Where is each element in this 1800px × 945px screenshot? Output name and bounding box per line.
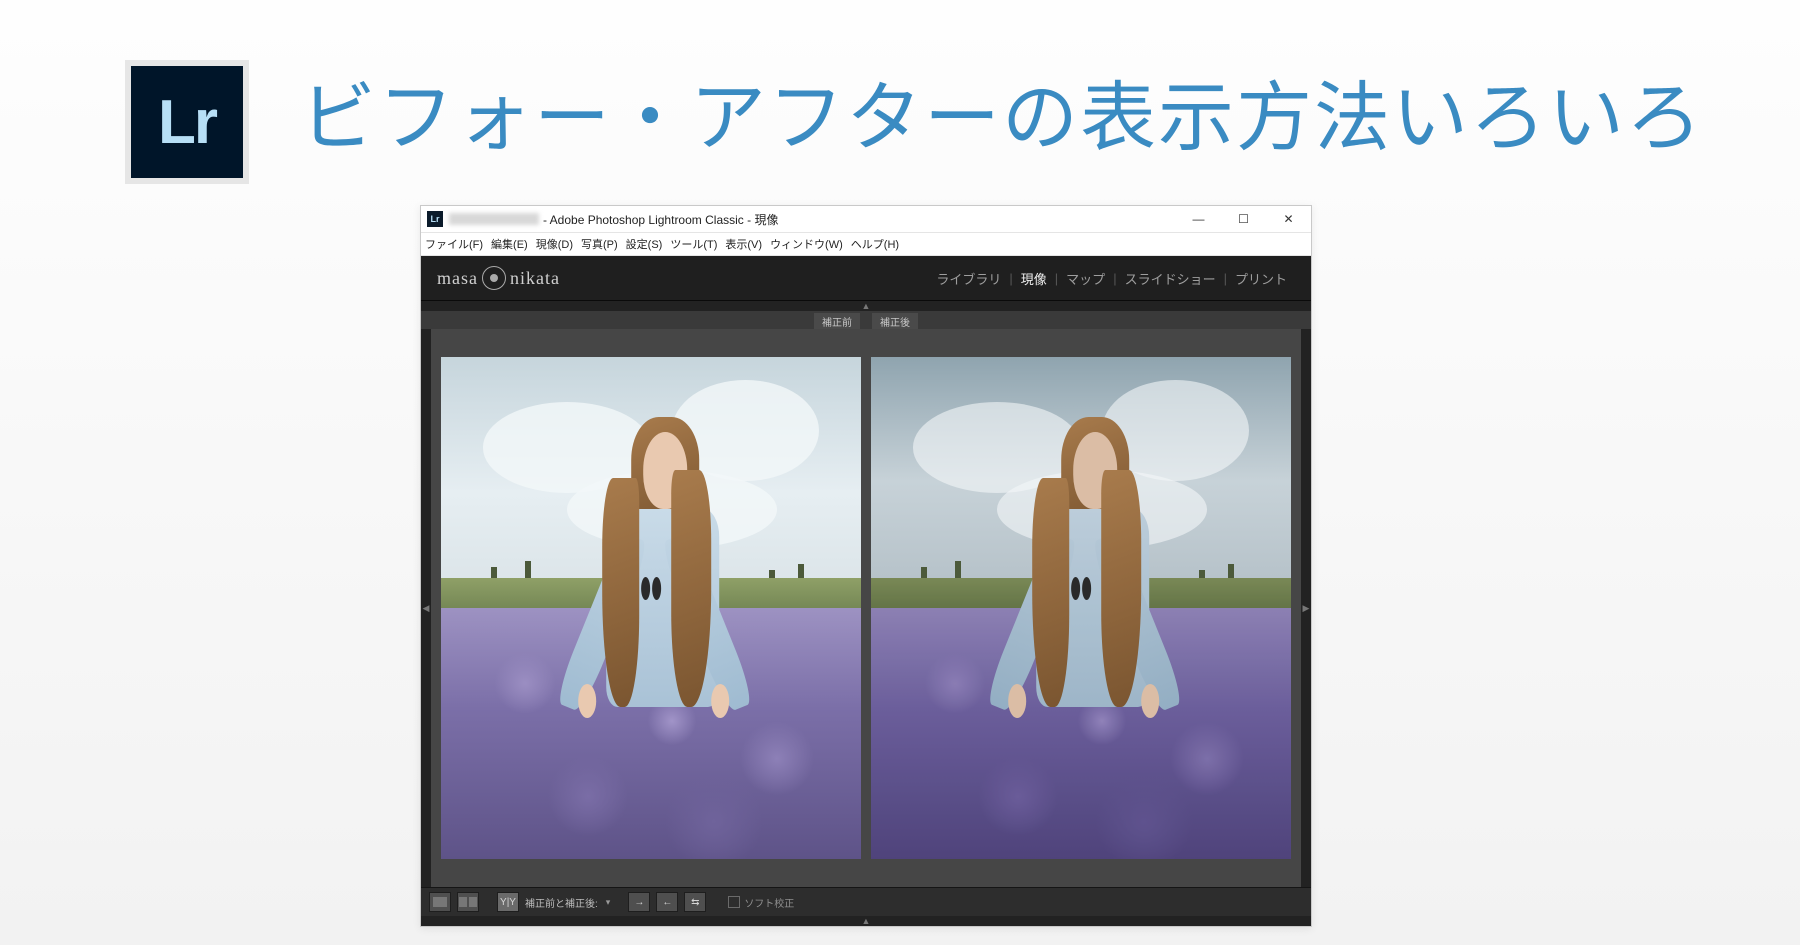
menu-view[interactable]: 表示(V): [725, 236, 762, 252]
window-maximize-button[interactable]: ☐: [1221, 206, 1266, 232]
menu-tools[interactable]: ツール(T): [670, 236, 717, 252]
loupe-view-button[interactable]: [429, 892, 451, 912]
checkbox-icon: [728, 896, 740, 908]
after-image-pane[interactable]: [871, 357, 1291, 859]
swap-before-after-button[interactable]: ⇆: [684, 892, 706, 912]
after-label: 補正後: [872, 313, 918, 330]
module-header: masa nikata ライブラリ | 現像 | マップ | スライドショー |…: [421, 256, 1311, 301]
module-library[interactable]: ライブラリ: [928, 269, 1009, 288]
module-slideshow[interactable]: スライドショー: [1117, 269, 1224, 288]
lightroom-window: Lr - Adobe Photoshop Lightroom Classic -…: [420, 205, 1312, 927]
before-label: 補正前: [814, 313, 860, 330]
window-app-icon: Lr: [427, 211, 443, 227]
menu-photo[interactable]: 写真(P): [581, 236, 618, 252]
brand-right: nikata: [510, 268, 560, 289]
module-develop[interactable]: 現像: [1013, 269, 1055, 288]
menu-file[interactable]: ファイル(F): [425, 236, 483, 252]
bottom-panel-collapse[interactable]: ▲: [421, 916, 1311, 926]
compare-header: 補正前 補正後: [421, 311, 1311, 329]
window-title-filename-blurred: [449, 213, 539, 225]
module-picker: ライブラリ | 現像 | マップ | スライドショー | プリント: [928, 269, 1295, 288]
before-after-lr-button[interactable]: [457, 892, 479, 912]
window-title: - Adobe Photoshop Lightroom Classic - 現像: [543, 211, 778, 228]
menu-edit[interactable]: 編集(E): [491, 236, 528, 252]
identity-plate[interactable]: masa nikata: [437, 266, 560, 290]
window-minimize-button[interactable]: —: [1176, 206, 1221, 232]
before-after-mode-dropdown[interactable]: ▾: [606, 897, 611, 908]
menu-window[interactable]: ウィンドウ(W): [770, 236, 843, 252]
before-after-toggle-button[interactable]: Y|Y: [497, 892, 519, 912]
module-print[interactable]: プリント: [1227, 269, 1295, 288]
lightroom-badge-text: Lr: [131, 66, 243, 178]
lightroom-badge: Lr: [125, 60, 249, 184]
window-close-button[interactable]: ✕: [1266, 206, 1311, 232]
page-title: ビフォー・アフターの表示方法いろいろ: [300, 56, 1704, 166]
before-image-pane[interactable]: [441, 357, 861, 859]
left-panel-collapse[interactable]: ◀: [421, 329, 431, 887]
develop-toolbar: Y|Y 補正前と補正後: ▾ → ← ⇆ ソフト校正: [421, 887, 1311, 916]
brand-left: masa: [437, 268, 478, 289]
brand-ring-icon: [482, 266, 506, 290]
module-map[interactable]: マップ: [1058, 269, 1113, 288]
top-panel-collapse[interactable]: ▲: [421, 301, 1311, 311]
copy-before-to-after-button[interactable]: →: [628, 892, 650, 912]
right-panel-collapse[interactable]: ▶: [1301, 329, 1311, 887]
menu-develop[interactable]: 現像(D): [536, 236, 573, 252]
soft-proof-label: ソフト校正: [744, 895, 794, 910]
copy-after-to-before-button[interactable]: ←: [656, 892, 678, 912]
window-titlebar[interactable]: Lr - Adobe Photoshop Lightroom Classic -…: [421, 206, 1311, 233]
soft-proof-checkbox[interactable]: ソフト校正: [728, 895, 794, 910]
menubar[interactable]: ファイル(F) 編集(E) 現像(D) 写真(P) 設定(S) ツール(T) 表…: [421, 233, 1311, 256]
menu-settings[interactable]: 設定(S): [626, 236, 663, 252]
before-after-mode-label: 補正前と補正後:: [525, 895, 598, 910]
menu-help[interactable]: ヘルプ(H): [851, 236, 899, 252]
